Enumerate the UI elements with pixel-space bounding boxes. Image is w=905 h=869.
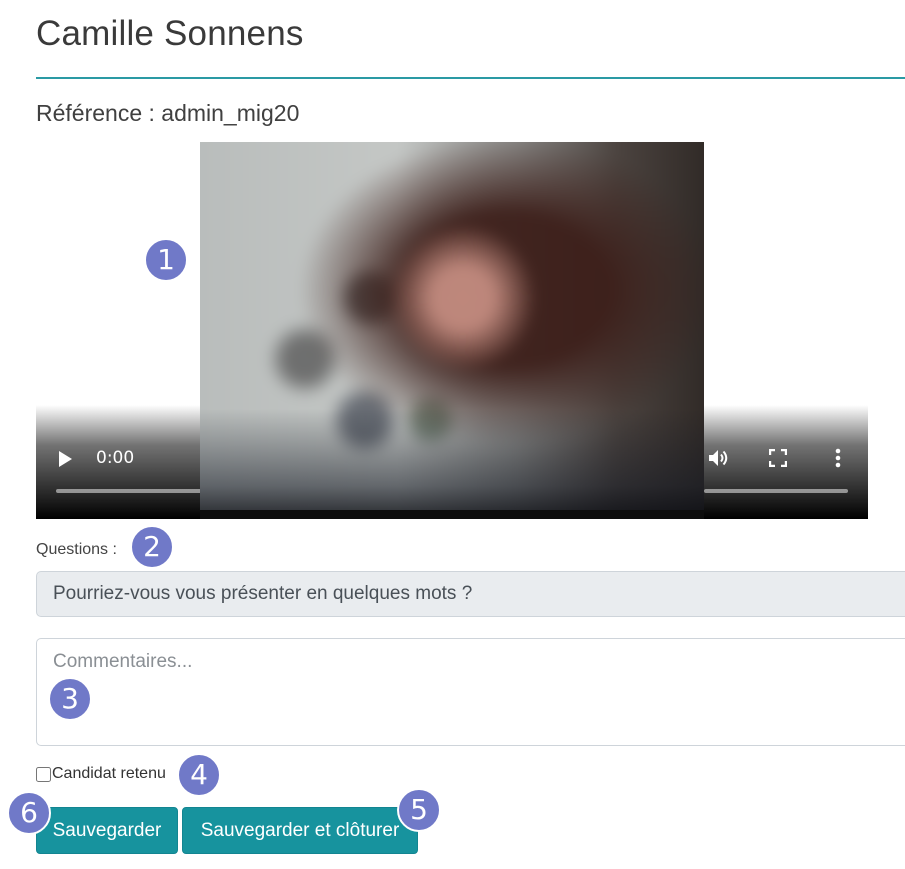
reference-label: Référence : admin_mig20 — [36, 100, 300, 126]
callout-badge-4: 4 — [177, 753, 221, 797]
video-frame-bottom-strip — [200, 510, 704, 519]
video-frame[interactable] — [200, 142, 704, 519]
fullscreen-icon[interactable] — [767, 447, 789, 469]
progress-track[interactable] — [56, 489, 204, 493]
candidate-retained-checkbox[interactable] — [36, 766, 51, 782]
callout-badge-3: 3 — [48, 677, 92, 721]
save-and-close-button[interactable]: Sauvegarder et clôturer — [182, 807, 418, 854]
candidate-review-page: Camille Sonnens Référence : admin_mig20 … — [0, 0, 905, 869]
more-options-icon[interactable] — [827, 447, 849, 469]
title-divider — [36, 77, 905, 79]
candidate-retained-label: Candidat retenu — [52, 765, 166, 782]
video-frame-shade — [200, 409, 704, 519]
questions-label: Questions : — [36, 541, 117, 558]
callout-badge-1: 1 — [144, 238, 188, 282]
comments-textarea[interactable] — [36, 638, 905, 746]
callout-badge-5: 5 — [397, 788, 441, 832]
progress-track-end[interactable] — [704, 489, 848, 493]
callout-badge-2: 2 — [130, 525, 174, 569]
play-icon[interactable] — [55, 449, 75, 469]
save-button[interactable]: Sauvegarder — [36, 807, 178, 854]
candidate-name-title: Camille Sonnens — [36, 14, 304, 53]
callout-badge-6: 6 — [7, 791, 51, 835]
question-field: Pourriez-vous vous présenter en quelques… — [36, 571, 905, 617]
candidate-retained-row[interactable]: Candidat retenu — [36, 765, 166, 783]
video-player[interactable]: 0:00 — [36, 142, 868, 519]
current-time: 0:00 — [96, 448, 135, 468]
volume-icon[interactable] — [708, 447, 730, 469]
